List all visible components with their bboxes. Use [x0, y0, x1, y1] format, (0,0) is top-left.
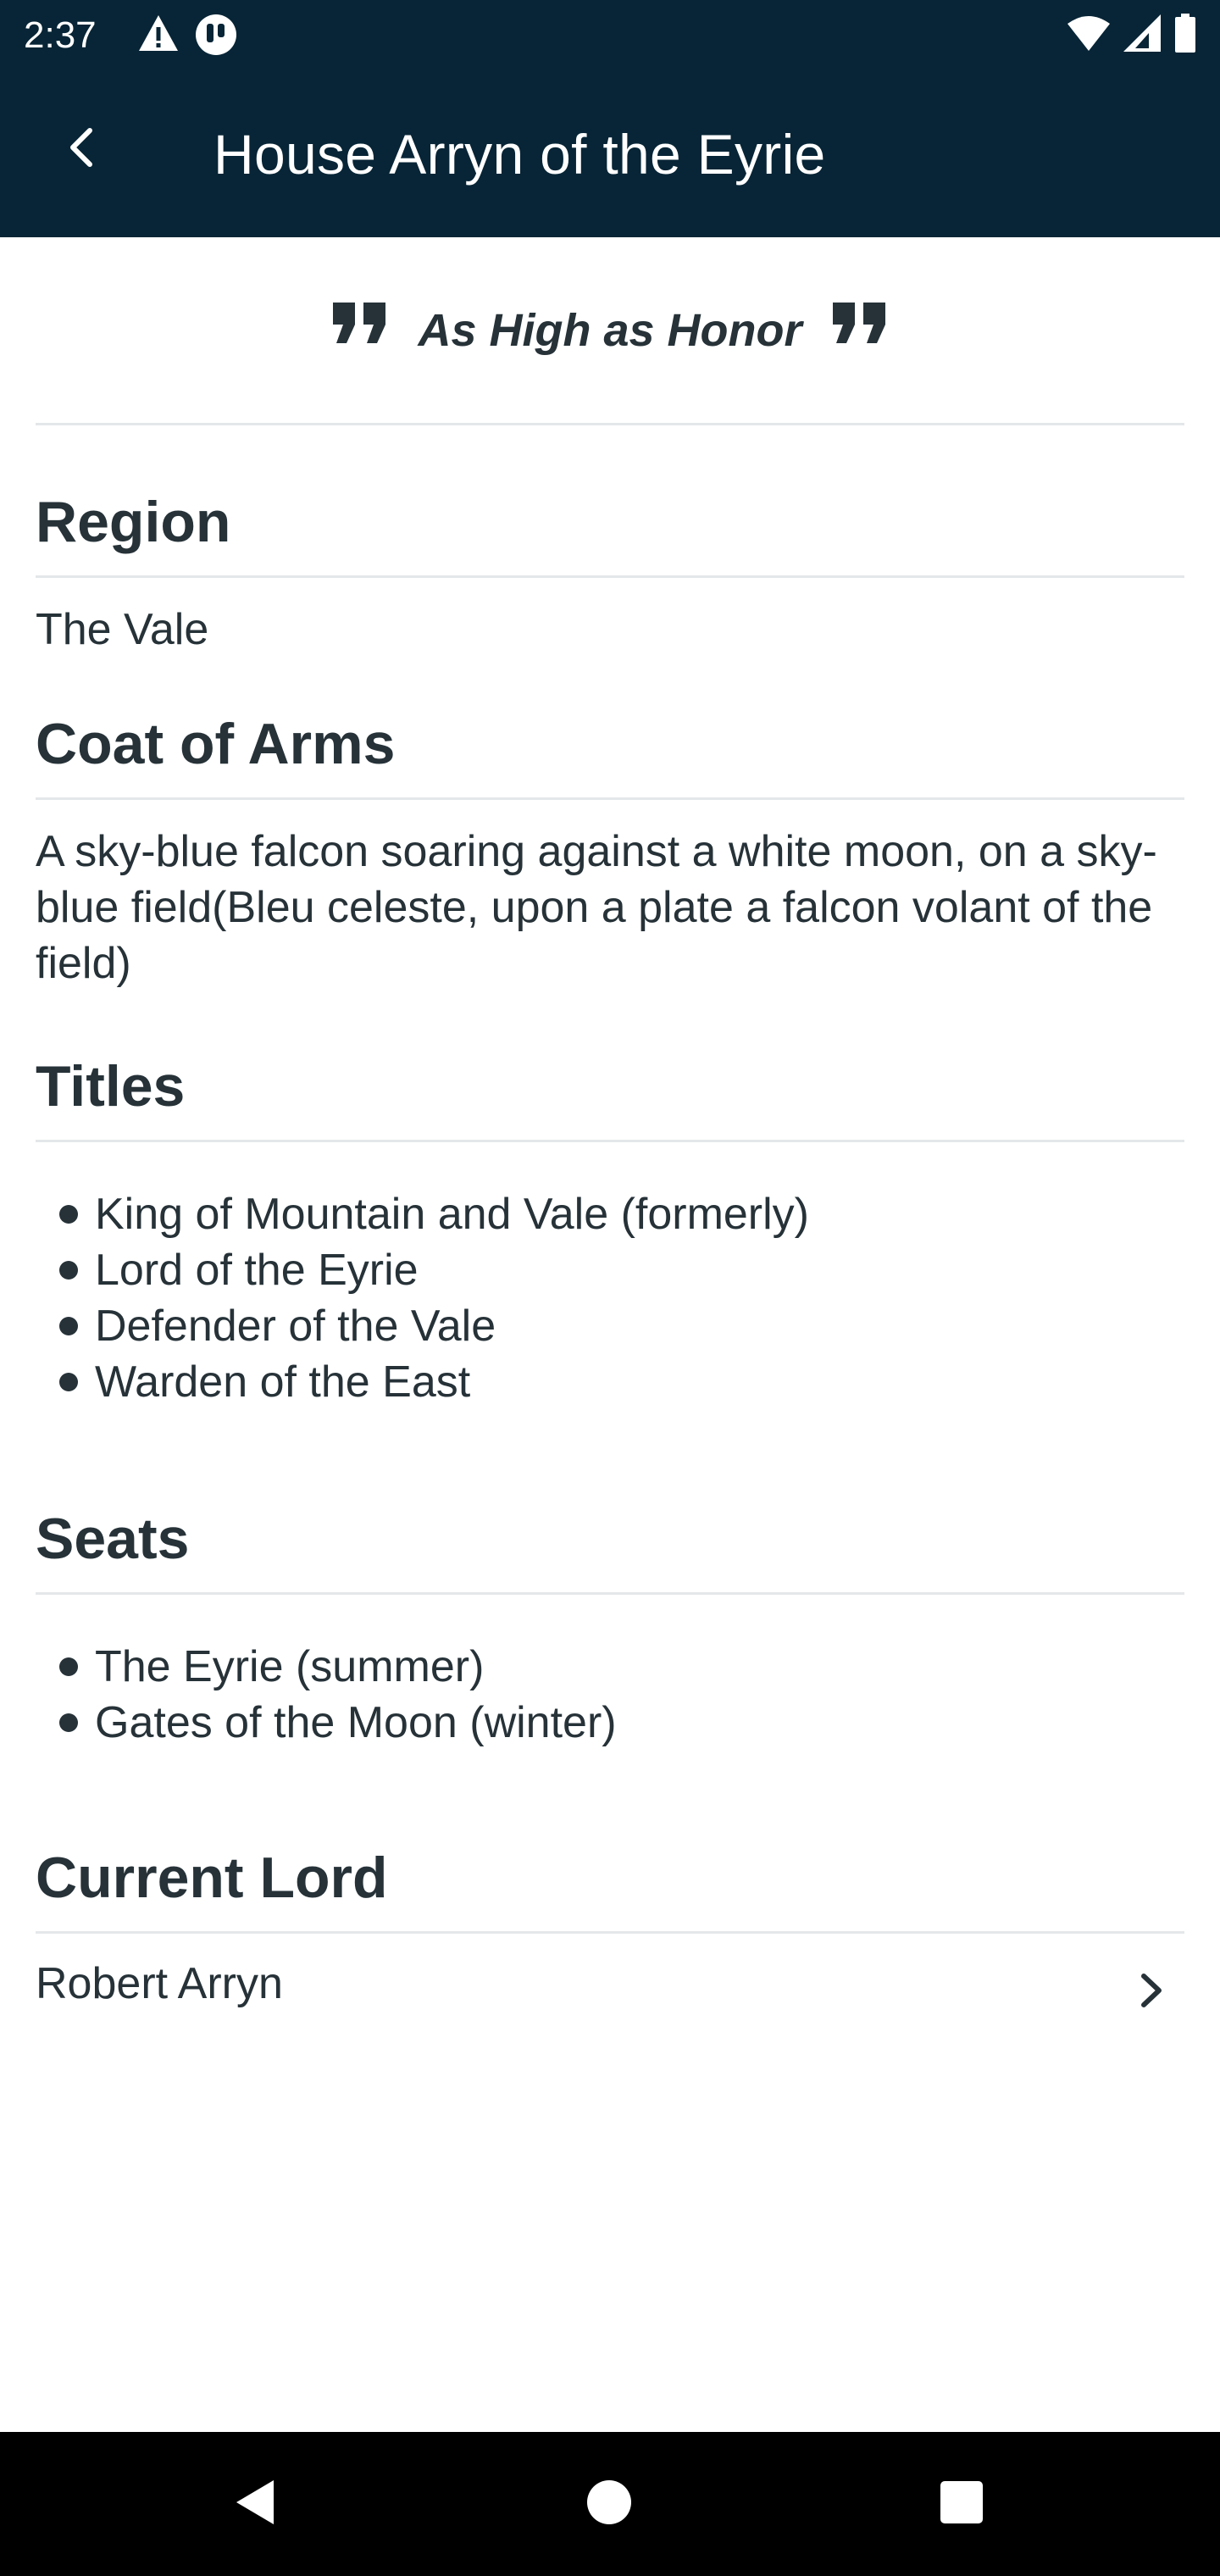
bullet-icon	[59, 1373, 78, 1391]
system-nav-bar	[0, 2432, 1220, 2576]
bullet-icon	[59, 1261, 78, 1280]
app-bar: House Arryn of the Eyrie	[0, 71, 1220, 237]
notification-icon	[195, 14, 237, 60]
list-item: King of Mountain and Vale (formerly)	[59, 1186, 1184, 1242]
status-bar: 2:37	[0, 0, 1220, 71]
current-lord-heading: Current Lord	[36, 1802, 1184, 1934]
house-details: As High as Honor Region The Vale Coat of…	[36, 237, 1184, 2024]
current-lord-name: Robert Arryn	[36, 1959, 283, 2008]
seats-list: The Eyrie (summer) Gates of the Moon (wi…	[36, 1595, 1184, 1802]
nav-recents-button[interactable]	[932, 2474, 991, 2534]
motto-text: As High as Honor	[418, 304, 802, 356]
bullet-icon	[59, 1657, 78, 1676]
back-button[interactable]	[47, 108, 115, 190]
list-item: Warden of the East	[59, 1354, 1184, 1410]
signal-icon	[1123, 14, 1161, 56]
recents-square-icon	[939, 2479, 984, 2529]
status-time: 2:37	[24, 14, 97, 56]
current-lord-row[interactable]: Robert Arryn	[36, 1934, 1184, 2024]
motto: As High as Honor	[36, 237, 1184, 425]
bullet-icon	[59, 1317, 78, 1335]
back-triangle-icon	[231, 2477, 279, 2532]
battery-icon	[1174, 14, 1196, 57]
bullet-icon	[59, 1205, 78, 1224]
titles-heading: Titles	[36, 1010, 1184, 1142]
list-item: Defender of the Vale	[59, 1298, 1184, 1354]
quote-close-icon	[831, 301, 889, 360]
region-heading: Region	[36, 425, 1184, 578]
page-title: House Arryn of the Eyrie	[214, 123, 826, 186]
bullet-icon	[59, 1713, 78, 1732]
home-circle-icon	[585, 2479, 633, 2530]
chevron-left-icon	[64, 125, 98, 174]
coat-of-arms-value: A sky-blue falcon soaring against a whit…	[36, 827, 1157, 988]
seats-heading: Seats	[36, 1463, 1184, 1595]
nav-home-button[interactable]	[580, 2474, 639, 2534]
quote-open-icon	[331, 301, 389, 360]
list-item: Lord of the Eyrie	[59, 1242, 1184, 1298]
list-item: The Eyrie (summer)	[59, 1639, 1184, 1695]
coat-of-arms-heading: Coat of Arms	[36, 664, 1184, 800]
nav-back-button[interactable]	[225, 2474, 285, 2534]
wifi-icon	[1068, 15, 1110, 55]
list-item: Gates of the Moon (winter)	[59, 1695, 1184, 1751]
titles-list: King of Mountain and Vale (formerly) Lor…	[36, 1142, 1184, 1463]
warning-icon	[137, 14, 180, 60]
chevron-right-icon	[1139, 1971, 1164, 2014]
region-value: The Vale	[36, 605, 209, 654]
